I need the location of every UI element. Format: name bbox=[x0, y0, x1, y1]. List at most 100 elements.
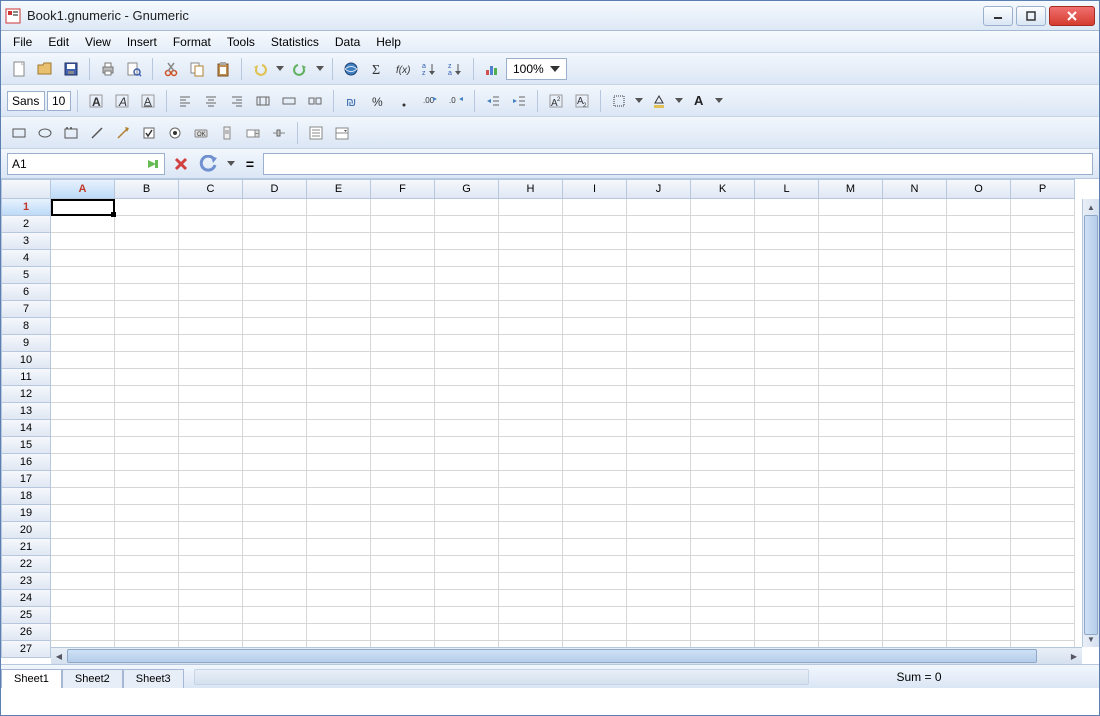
scroll-left-icon[interactable]: ◀ bbox=[51, 648, 67, 664]
cell[interactable] bbox=[499, 522, 563, 539]
cell[interactable] bbox=[691, 199, 755, 216]
cell[interactable] bbox=[1011, 267, 1075, 284]
cell[interactable] bbox=[435, 505, 499, 522]
cell[interactable] bbox=[627, 437, 691, 454]
cell[interactable] bbox=[691, 284, 755, 301]
cell[interactable] bbox=[563, 488, 627, 505]
row-header[interactable]: 23 bbox=[1, 573, 51, 590]
cell[interactable] bbox=[307, 607, 371, 624]
cell[interactable] bbox=[499, 352, 563, 369]
menu-help[interactable]: Help bbox=[368, 33, 409, 51]
cell[interactable] bbox=[243, 267, 307, 284]
row-header[interactable]: 26 bbox=[1, 624, 51, 641]
cell[interactable] bbox=[883, 369, 947, 386]
hyperlink-icon[interactable] bbox=[339, 57, 363, 81]
cell[interactable] bbox=[627, 454, 691, 471]
cell[interactable] bbox=[499, 505, 563, 522]
horizontal-scrollbar[interactable]: ◀ ▶ bbox=[51, 647, 1082, 664]
cell[interactable] bbox=[499, 539, 563, 556]
row-header[interactable]: 5 bbox=[1, 267, 51, 284]
cell[interactable] bbox=[371, 386, 435, 403]
cell[interactable] bbox=[563, 352, 627, 369]
goto-icon[interactable] bbox=[146, 157, 160, 171]
column-header[interactable]: B bbox=[115, 179, 179, 199]
cell[interactable] bbox=[627, 403, 691, 420]
cell[interactable] bbox=[947, 573, 1011, 590]
cell[interactable] bbox=[883, 590, 947, 607]
open-file-icon[interactable] bbox=[33, 57, 57, 81]
cell[interactable] bbox=[819, 352, 883, 369]
cell[interactable] bbox=[179, 505, 243, 522]
cell[interactable] bbox=[755, 284, 819, 301]
cell[interactable] bbox=[691, 335, 755, 352]
cell[interactable] bbox=[1011, 386, 1075, 403]
cell[interactable] bbox=[115, 216, 179, 233]
cell[interactable] bbox=[819, 216, 883, 233]
cell[interactable] bbox=[371, 522, 435, 539]
cell[interactable] bbox=[435, 454, 499, 471]
cell[interactable] bbox=[691, 573, 755, 590]
cell[interactable] bbox=[115, 607, 179, 624]
cell[interactable] bbox=[883, 199, 947, 216]
cell[interactable] bbox=[819, 488, 883, 505]
rectangle-icon[interactable] bbox=[7, 121, 31, 145]
row-header[interactable]: 3 bbox=[1, 233, 51, 250]
cell[interactable] bbox=[243, 216, 307, 233]
cell[interactable] bbox=[115, 233, 179, 250]
cell[interactable] bbox=[947, 250, 1011, 267]
cell[interactable] bbox=[435, 199, 499, 216]
vscroll-thumb[interactable] bbox=[1084, 215, 1098, 635]
cell[interactable] bbox=[1011, 488, 1075, 505]
cell[interactable] bbox=[179, 454, 243, 471]
name-box[interactable]: A1 bbox=[7, 153, 165, 175]
cell[interactable] bbox=[371, 403, 435, 420]
copy-icon[interactable] bbox=[185, 57, 209, 81]
cell[interactable] bbox=[499, 199, 563, 216]
close-button[interactable] bbox=[1049, 6, 1095, 26]
cell[interactable] bbox=[947, 318, 1011, 335]
cell[interactable] bbox=[435, 352, 499, 369]
tab-scroll-area[interactable] bbox=[184, 667, 819, 687]
cell[interactable] bbox=[819, 454, 883, 471]
cell[interactable] bbox=[179, 335, 243, 352]
cell[interactable] bbox=[435, 369, 499, 386]
cell[interactable] bbox=[755, 522, 819, 539]
cell[interactable] bbox=[947, 369, 1011, 386]
cell[interactable] bbox=[179, 607, 243, 624]
cell[interactable] bbox=[371, 335, 435, 352]
cell[interactable] bbox=[883, 420, 947, 437]
cell[interactable] bbox=[499, 590, 563, 607]
cell[interactable] bbox=[499, 471, 563, 488]
cell[interactable] bbox=[51, 233, 115, 250]
cell[interactable] bbox=[883, 471, 947, 488]
column-header[interactable]: H bbox=[499, 179, 563, 199]
cell[interactable] bbox=[947, 352, 1011, 369]
cell[interactable] bbox=[115, 556, 179, 573]
cell[interactable] bbox=[307, 386, 371, 403]
cell[interactable] bbox=[755, 590, 819, 607]
bold-icon[interactable]: A bbox=[84, 89, 108, 113]
cell[interactable] bbox=[435, 318, 499, 335]
currency-icon[interactable]: ₪ bbox=[340, 89, 364, 113]
cell[interactable] bbox=[627, 199, 691, 216]
column-header[interactable]: F bbox=[371, 179, 435, 199]
cell[interactable] bbox=[499, 573, 563, 590]
zoom-combo[interactable]: 100% bbox=[506, 58, 567, 80]
cell[interactable] bbox=[435, 335, 499, 352]
merge-center-icon[interactable] bbox=[251, 89, 275, 113]
cell[interactable] bbox=[691, 352, 755, 369]
sheet-tab[interactable]: Sheet3 bbox=[123, 669, 184, 688]
cell[interactable] bbox=[1011, 539, 1075, 556]
accept-dropdown[interactable] bbox=[225, 153, 237, 175]
print-preview-icon[interactable] bbox=[122, 57, 146, 81]
sheet-tab[interactable]: Sheet1 bbox=[1, 669, 62, 688]
cell[interactable] bbox=[1011, 505, 1075, 522]
cell[interactable] bbox=[307, 573, 371, 590]
cell[interactable] bbox=[947, 233, 1011, 250]
cell[interactable] bbox=[499, 267, 563, 284]
cell[interactable] bbox=[563, 318, 627, 335]
cell[interactable] bbox=[691, 607, 755, 624]
row-header[interactable]: 27 bbox=[1, 641, 51, 658]
cell[interactable] bbox=[51, 590, 115, 607]
superscript-icon[interactable]: A2 bbox=[544, 89, 568, 113]
